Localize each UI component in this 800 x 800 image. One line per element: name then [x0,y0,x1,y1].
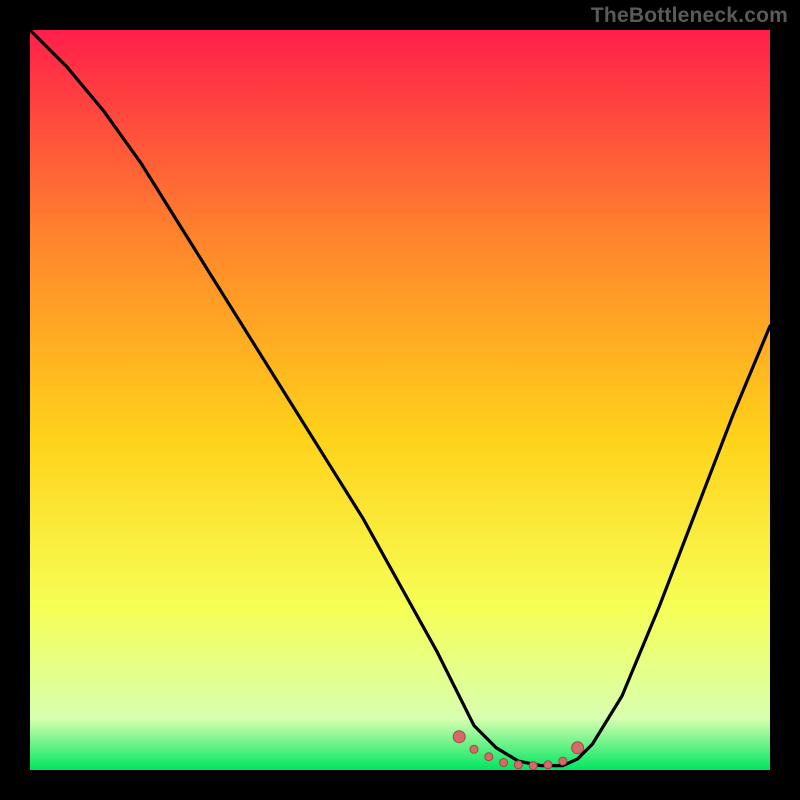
marker-point [559,757,567,765]
chart-frame: TheBottleneck.com [0,0,800,800]
marker-point [514,761,522,769]
marker-point [544,761,552,769]
watermark-text: TheBottleneck.com [591,4,788,28]
marker-point [470,745,478,753]
gradient-background [30,30,770,770]
marker-point [500,759,508,767]
marker-point [485,753,493,761]
bottleneck-chart [30,30,770,770]
marker-point [529,762,537,770]
marker-point [572,742,584,754]
marker-point [453,731,465,743]
plot-area [30,30,770,770]
